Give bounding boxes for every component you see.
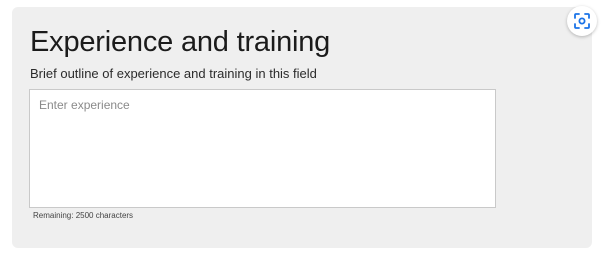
remaining-characters: Remaining: 2500 characters xyxy=(33,211,134,220)
section-subtitle: Brief outline of experience and training… xyxy=(30,66,317,81)
scan-button[interactable] xyxy=(567,6,597,36)
scan-icon xyxy=(574,13,590,29)
experience-card: Experience and training Brief outline of… xyxy=(12,7,592,248)
section-title: Experience and training xyxy=(30,26,331,58)
experience-textarea[interactable] xyxy=(29,89,496,208)
